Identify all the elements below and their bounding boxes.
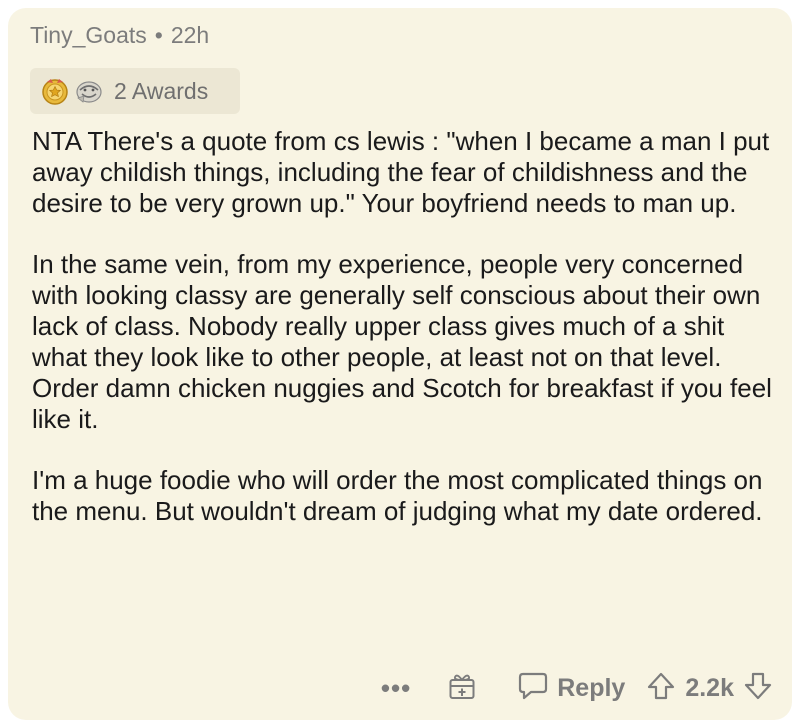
gift-icon[interactable] (447, 671, 477, 706)
awards-count: 2 Awards (114, 77, 209, 104)
more-options-button[interactable]: ••• (381, 675, 411, 701)
downvote-arrow-icon[interactable] (744, 671, 772, 706)
comment-bubble-icon (517, 671, 549, 706)
vote-controls: 2.2k (647, 671, 772, 706)
comment-actions: ••• Reply 2.2k (381, 666, 772, 710)
upvote-arrow-icon[interactable] (647, 671, 675, 706)
reply-label: Reply (557, 673, 626, 702)
reply-button[interactable]: Reply (517, 671, 625, 706)
comment-paragraph: In the same vein, from my experience, pe… (32, 249, 772, 434)
comment-age[interactable]: 22h (171, 22, 209, 48)
comment-paragraph: NTA There's a quote from cs lewis : "whe… (32, 126, 770, 218)
comment-card: Tiny_Goats • 22h 2 Awards NTA There's a … (8, 8, 792, 720)
comment-paragraph: I'm a huge foodie who will order the mos… (32, 465, 763, 526)
comment-body: NTA There's a quote from cs lewis : "whe… (32, 126, 784, 557)
vote-score: 2.2k (685, 673, 734, 702)
meta-separator: • (154, 22, 163, 48)
comment-meta: Tiny_Goats • 22h (30, 22, 209, 49)
awards-badge[interactable]: 2 Awards (30, 68, 240, 114)
wholesome-award-icon (74, 76, 104, 106)
author-name[interactable]: Tiny_Goats (30, 22, 147, 48)
silver-award-icon (40, 76, 70, 106)
